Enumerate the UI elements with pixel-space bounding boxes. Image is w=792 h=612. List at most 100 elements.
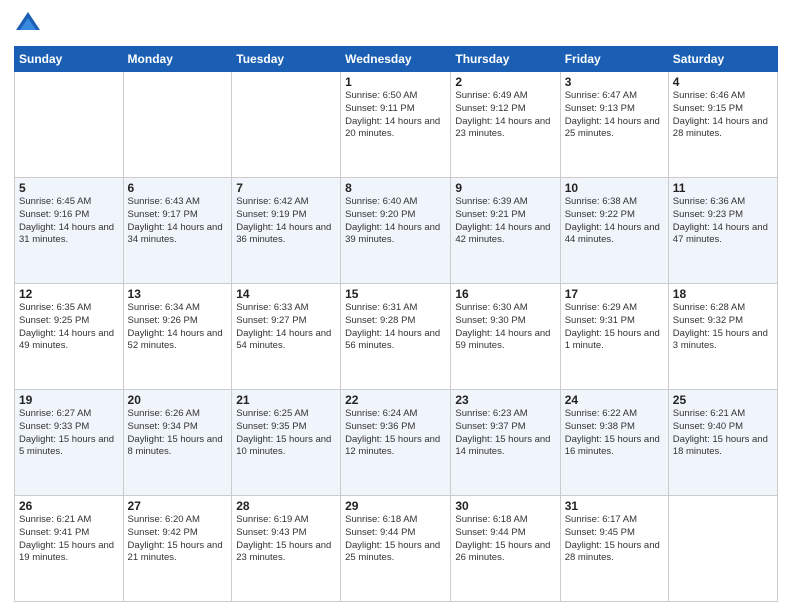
calendar-cell: [15, 72, 124, 178]
calendar-cell: 31Sunrise: 6:17 AM Sunset: 9:45 PM Dayli…: [560, 496, 668, 602]
calendar-cell: 19Sunrise: 6:27 AM Sunset: 9:33 PM Dayli…: [15, 390, 124, 496]
day-of-week-header: Monday: [123, 47, 232, 72]
week-row: 19Sunrise: 6:27 AM Sunset: 9:33 PM Dayli…: [15, 390, 778, 496]
day-number: 30: [455, 499, 555, 513]
calendar-cell: 24Sunrise: 6:22 AM Sunset: 9:38 PM Dayli…: [560, 390, 668, 496]
day-info: Sunrise: 6:45 AM Sunset: 9:16 PM Dayligh…: [19, 196, 119, 247]
calendar-cell: 23Sunrise: 6:23 AM Sunset: 9:37 PM Dayli…: [451, 390, 560, 496]
day-number: 16: [455, 287, 555, 301]
calendar-cell: 4Sunrise: 6:46 AM Sunset: 9:15 PM Daylig…: [668, 72, 777, 178]
calendar-cell: [232, 72, 341, 178]
day-info: Sunrise: 6:21 AM Sunset: 9:40 PM Dayligh…: [673, 408, 773, 459]
calendar-cell: 28Sunrise: 6:19 AM Sunset: 9:43 PM Dayli…: [232, 496, 341, 602]
day-number: 6: [128, 181, 228, 195]
logo-icon: [14, 10, 42, 38]
day-info: Sunrise: 6:17 AM Sunset: 9:45 PM Dayligh…: [565, 514, 664, 565]
day-info: Sunrise: 6:38 AM Sunset: 9:22 PM Dayligh…: [565, 196, 664, 247]
calendar-cell: 16Sunrise: 6:30 AM Sunset: 9:30 PM Dayli…: [451, 284, 560, 390]
day-number: 27: [128, 499, 228, 513]
calendar-cell: 17Sunrise: 6:29 AM Sunset: 9:31 PM Dayli…: [560, 284, 668, 390]
day-number: 28: [236, 499, 336, 513]
day-number: 15: [345, 287, 446, 301]
day-number: 22: [345, 393, 446, 407]
day-info: Sunrise: 6:31 AM Sunset: 9:28 PM Dayligh…: [345, 302, 446, 353]
header: [14, 10, 778, 38]
calendar-cell: 11Sunrise: 6:36 AM Sunset: 9:23 PM Dayli…: [668, 178, 777, 284]
day-info: Sunrise: 6:49 AM Sunset: 9:12 PM Dayligh…: [455, 90, 555, 141]
day-info: Sunrise: 6:43 AM Sunset: 9:17 PM Dayligh…: [128, 196, 228, 247]
day-info: Sunrise: 6:40 AM Sunset: 9:20 PM Dayligh…: [345, 196, 446, 247]
calendar-cell: 1Sunrise: 6:50 AM Sunset: 9:11 PM Daylig…: [341, 72, 451, 178]
day-number: 14: [236, 287, 336, 301]
day-info: Sunrise: 6:35 AM Sunset: 9:25 PM Dayligh…: [19, 302, 119, 353]
calendar-cell: 3Sunrise: 6:47 AM Sunset: 9:13 PM Daylig…: [560, 72, 668, 178]
day-info: Sunrise: 6:24 AM Sunset: 9:36 PM Dayligh…: [345, 408, 446, 459]
day-number: 23: [455, 393, 555, 407]
logo: [14, 10, 46, 38]
day-info: Sunrise: 6:29 AM Sunset: 9:31 PM Dayligh…: [565, 302, 664, 353]
day-info: Sunrise: 6:26 AM Sunset: 9:34 PM Dayligh…: [128, 408, 228, 459]
calendar-cell: 10Sunrise: 6:38 AM Sunset: 9:22 PM Dayli…: [560, 178, 668, 284]
week-row: 1Sunrise: 6:50 AM Sunset: 9:11 PM Daylig…: [15, 72, 778, 178]
day-number: 21: [236, 393, 336, 407]
calendar-cell: 14Sunrise: 6:33 AM Sunset: 9:27 PM Dayli…: [232, 284, 341, 390]
calendar-cell: 15Sunrise: 6:31 AM Sunset: 9:28 PM Dayli…: [341, 284, 451, 390]
calendar-cell: 6Sunrise: 6:43 AM Sunset: 9:17 PM Daylig…: [123, 178, 232, 284]
day-number: 7: [236, 181, 336, 195]
calendar-cell: 29Sunrise: 6:18 AM Sunset: 9:44 PM Dayli…: [341, 496, 451, 602]
day-info: Sunrise: 6:22 AM Sunset: 9:38 PM Dayligh…: [565, 408, 664, 459]
page: SundayMondayTuesdayWednesdayThursdayFrid…: [0, 0, 792, 612]
day-of-week-header: Sunday: [15, 47, 124, 72]
calendar-cell: 12Sunrise: 6:35 AM Sunset: 9:25 PM Dayli…: [15, 284, 124, 390]
week-row: 5Sunrise: 6:45 AM Sunset: 9:16 PM Daylig…: [15, 178, 778, 284]
calendar-cell: 27Sunrise: 6:20 AM Sunset: 9:42 PM Dayli…: [123, 496, 232, 602]
week-row: 12Sunrise: 6:35 AM Sunset: 9:25 PM Dayli…: [15, 284, 778, 390]
day-info: Sunrise: 6:30 AM Sunset: 9:30 PM Dayligh…: [455, 302, 555, 353]
day-info: Sunrise: 6:23 AM Sunset: 9:37 PM Dayligh…: [455, 408, 555, 459]
day-of-week-header: Saturday: [668, 47, 777, 72]
day-number: 1: [345, 75, 446, 89]
day-number: 24: [565, 393, 664, 407]
day-number: 25: [673, 393, 773, 407]
day-number: 17: [565, 287, 664, 301]
day-number: 8: [345, 181, 446, 195]
calendar-cell: [668, 496, 777, 602]
day-number: 18: [673, 287, 773, 301]
calendar-cell: 25Sunrise: 6:21 AM Sunset: 9:40 PM Dayli…: [668, 390, 777, 496]
day-number: 9: [455, 181, 555, 195]
day-number: 19: [19, 393, 119, 407]
day-info: Sunrise: 6:18 AM Sunset: 9:44 PM Dayligh…: [455, 514, 555, 565]
day-info: Sunrise: 6:21 AM Sunset: 9:41 PM Dayligh…: [19, 514, 119, 565]
calendar-cell: 18Sunrise: 6:28 AM Sunset: 9:32 PM Dayli…: [668, 284, 777, 390]
day-info: Sunrise: 6:33 AM Sunset: 9:27 PM Dayligh…: [236, 302, 336, 353]
day-info: Sunrise: 6:50 AM Sunset: 9:11 PM Dayligh…: [345, 90, 446, 141]
day-of-week-header: Friday: [560, 47, 668, 72]
day-number: 20: [128, 393, 228, 407]
calendar-cell: 26Sunrise: 6:21 AM Sunset: 9:41 PM Dayli…: [15, 496, 124, 602]
day-number: 3: [565, 75, 664, 89]
day-info: Sunrise: 6:20 AM Sunset: 9:42 PM Dayligh…: [128, 514, 228, 565]
day-info: Sunrise: 6:19 AM Sunset: 9:43 PM Dayligh…: [236, 514, 336, 565]
calendar-cell: 21Sunrise: 6:25 AM Sunset: 9:35 PM Dayli…: [232, 390, 341, 496]
day-number: 29: [345, 499, 446, 513]
day-number: 4: [673, 75, 773, 89]
calendar-cell: 2Sunrise: 6:49 AM Sunset: 9:12 PM Daylig…: [451, 72, 560, 178]
day-number: 10: [565, 181, 664, 195]
calendar-cell: 5Sunrise: 6:45 AM Sunset: 9:16 PM Daylig…: [15, 178, 124, 284]
day-number: 13: [128, 287, 228, 301]
calendar-cell: 22Sunrise: 6:24 AM Sunset: 9:36 PM Dayli…: [341, 390, 451, 496]
calendar-cell: 30Sunrise: 6:18 AM Sunset: 9:44 PM Dayli…: [451, 496, 560, 602]
calendar-cell: 7Sunrise: 6:42 AM Sunset: 9:19 PM Daylig…: [232, 178, 341, 284]
day-info: Sunrise: 6:36 AM Sunset: 9:23 PM Dayligh…: [673, 196, 773, 247]
day-info: Sunrise: 6:28 AM Sunset: 9:32 PM Dayligh…: [673, 302, 773, 353]
calendar-cell: 9Sunrise: 6:39 AM Sunset: 9:21 PM Daylig…: [451, 178, 560, 284]
day-of-week-header: Tuesday: [232, 47, 341, 72]
day-number: 31: [565, 499, 664, 513]
day-info: Sunrise: 6:39 AM Sunset: 9:21 PM Dayligh…: [455, 196, 555, 247]
day-number: 5: [19, 181, 119, 195]
calendar-header-row: SundayMondayTuesdayWednesdayThursdayFrid…: [15, 47, 778, 72]
calendar-cell: [123, 72, 232, 178]
day-info: Sunrise: 6:42 AM Sunset: 9:19 PM Dayligh…: [236, 196, 336, 247]
day-of-week-header: Thursday: [451, 47, 560, 72]
day-info: Sunrise: 6:34 AM Sunset: 9:26 PM Dayligh…: [128, 302, 228, 353]
